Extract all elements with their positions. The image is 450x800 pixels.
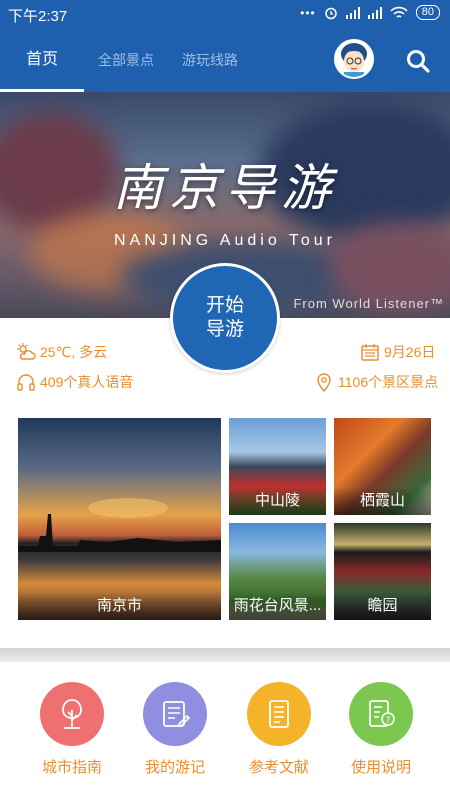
location-pin-icon [317, 373, 331, 392]
feature-instructions-label: 使用说明 [350, 759, 411, 776]
date-info: 9月26日 [360, 342, 435, 362]
tile-label-nanjing: 南京市 [18, 592, 221, 620]
banner-title: 南京导游 [113, 159, 337, 217]
tile-label-zhongshanling: 中山陵 [229, 487, 326, 515]
weather-text: 25℃, 多云 [40, 344, 108, 360]
voices-text: 409个真人语音 [40, 374, 134, 390]
spots-text: 1106个景区景点 [338, 374, 439, 390]
signal-icon [367, 6, 382, 19]
banner-credit: From World Listener™ [293, 296, 444, 311]
attraction-tile-zhongshanling[interactable]: 中山陵 [229, 418, 326, 515]
banner-subtitle: NANJING Audio Tour [114, 232, 336, 249]
spots-info: 1106个景区景点 [314, 372, 438, 392]
feature-references-label: 参考文献 [248, 759, 309, 776]
search-icon[interactable] [405, 48, 431, 74]
attraction-tile-qixiashan[interactable]: 栖霞山 [334, 418, 431, 515]
attraction-tile-nanjing[interactable]: 南京市 [18, 418, 221, 620]
feature-my-travelogue[interactable]: 我的游记 [140, 682, 210, 777]
section-divider [0, 648, 450, 662]
start-tour-button[interactable]: 开始 导游 [170, 263, 280, 373]
calendar-icon [361, 344, 379, 361]
tile-label-yuhuatai: 雨花台风景... [229, 592, 326, 620]
date-text: 9月26日 [384, 344, 436, 360]
status-bar: 下午2:37 ••• 80 [0, 0, 450, 28]
tab-all-attractions[interactable]: 全部景点 [98, 28, 154, 92]
svg-text:?: ? [386, 716, 391, 726]
top-nav: 首页 全部景点 游玩线路 [0, 28, 450, 92]
headphones-icon [17, 374, 35, 391]
tab-home[interactable]: 首页 [26, 28, 58, 92]
battery-indicator: 80 [415, 5, 440, 20]
wifi-icon [390, 6, 408, 18]
city-skyline-image [18, 498, 221, 552]
avatar[interactable] [334, 39, 374, 79]
tile-label-qixiashan: 栖霞山 [334, 487, 431, 515]
more-dots-icon: ••• [300, 5, 316, 20]
feature-bar: 城市指南 我的游记 参考文献 ? 使用说明 [0, 662, 450, 800]
attraction-tile-zhanyuan[interactable]: 瞻园 [334, 523, 431, 620]
tab-tour-routes[interactable]: 游玩线路 [182, 28, 238, 92]
tile-label-zhanyuan: 瞻园 [334, 592, 431, 620]
feature-city-guide-label: 城市指南 [41, 759, 102, 776]
weather-info: 25℃, 多云 [16, 342, 107, 362]
start-tour-line2: 导游 [205, 319, 244, 340]
voices-info: 409个真人语音 [16, 372, 133, 392]
feature-references[interactable]: 参考文献 [244, 682, 314, 777]
feature-my-travelogue-label: 我的游记 [144, 759, 205, 776]
document-icon [247, 682, 311, 746]
signal-hd-icon [345, 6, 360, 19]
status-time: 下午2:37 [8, 8, 68, 25]
weather-icon [17, 343, 36, 360]
feature-instructions[interactable]: ? 使用说明 [346, 682, 416, 777]
notes-edit-icon [143, 682, 207, 746]
status-icons: ••• 80 [300, 5, 440, 20]
attraction-tile-yuhuatai[interactable]: 雨花台风景... [229, 523, 326, 620]
tree-icon [40, 682, 104, 746]
start-tour-line1: 开始 [205, 295, 244, 316]
alarm-icon [325, 7, 337, 19]
feature-city-guide[interactable]: 城市指南 [37, 682, 107, 777]
help-document-icon: ? [349, 682, 413, 746]
